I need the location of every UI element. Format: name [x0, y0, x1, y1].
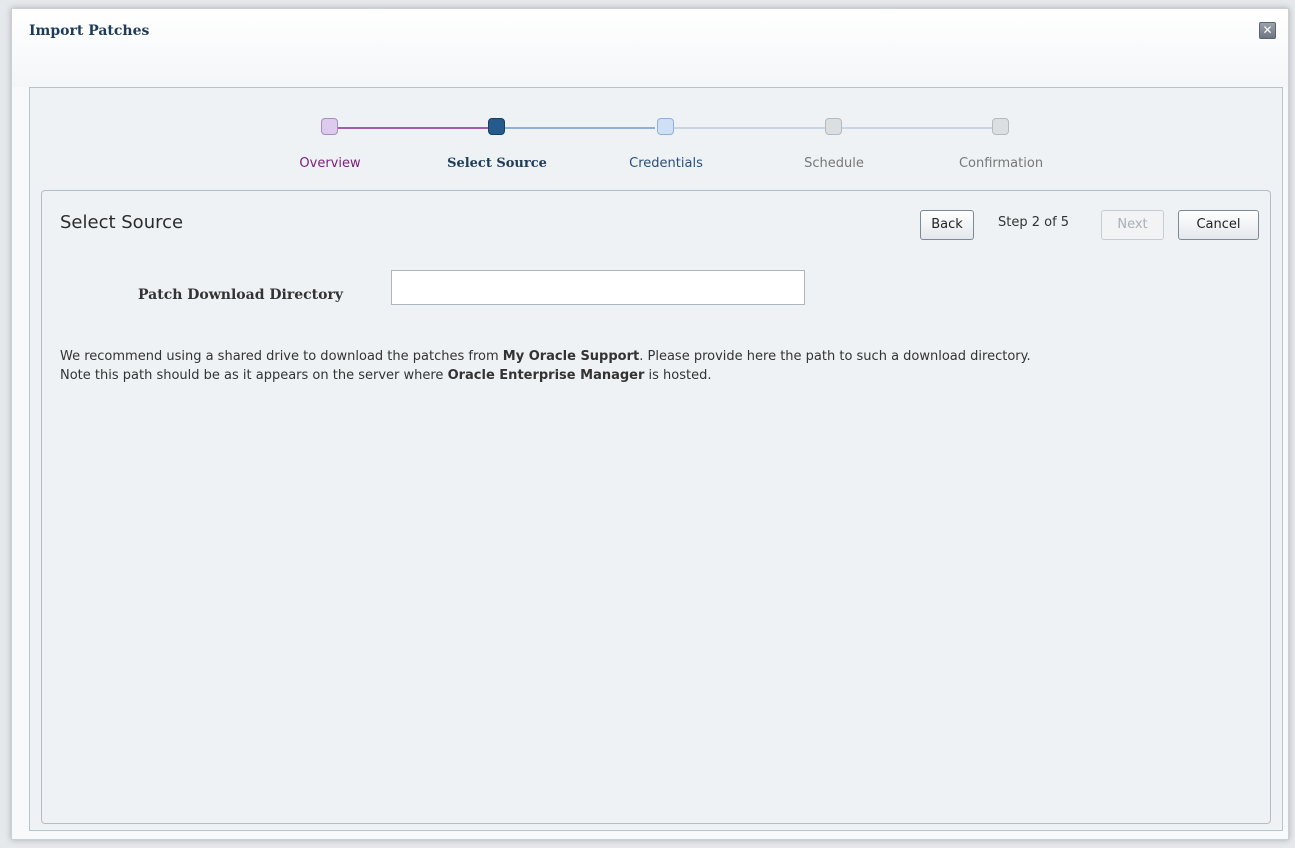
train-label-confirmation: Confirmation — [958, 156, 1044, 171]
train-connector — [838, 127, 1003, 129]
help-text: We recommend using a shared drive to dow… — [60, 347, 1260, 385]
close-icon[interactable]: ✕ — [1259, 22, 1276, 39]
train-connector — [663, 127, 830, 129]
help-line2-pre: Note this path should be as it appears o… — [60, 368, 448, 383]
patch-download-directory-label: Patch Download Directory — [138, 287, 343, 303]
train-stop-schedule — [825, 118, 842, 135]
help-line1-post: . Please provide here the path to such a… — [639, 349, 1031, 364]
train-stop-credentials[interactable] — [657, 118, 674, 135]
train-stop-overview[interactable] — [321, 118, 338, 135]
select-source-panel: Select Source Back Step 2 of 5 Next Canc… — [41, 190, 1271, 824]
help-line1-bold: My Oracle Support — [502, 349, 640, 364]
step-indicator: Step 2 of 5 — [998, 215, 1070, 230]
dialog-title: Import Patches — [29, 23, 150, 39]
wizard-train: Overview Select Source Credentials Sched… — [30, 88, 1282, 188]
train-connector — [499, 127, 655, 129]
train-label-credentials[interactable]: Credentials — [629, 156, 703, 171]
import-patches-dialog: Import Patches ✕ Overview Select Source … — [11, 8, 1289, 840]
next-button[interactable]: Next — [1101, 210, 1164, 240]
train-label-schedule: Schedule — [804, 156, 864, 171]
panel-title: Select Source — [60, 212, 184, 233]
patch-download-directory-input[interactable] — [391, 270, 805, 305]
help-line2-post: is hosted. — [644, 368, 712, 383]
train-stop-confirmation — [992, 118, 1009, 135]
train-stop-select-source — [488, 118, 505, 135]
help-line2-bold: Oracle Enterprise Manager — [447, 368, 645, 383]
train-connector — [335, 127, 490, 129]
cancel-button[interactable]: Cancel — [1178, 210, 1259, 240]
back-button[interactable]: Back — [920, 210, 974, 240]
dialog-header: Import Patches ✕ — [12, 9, 1288, 87]
train-label-overview[interactable]: Overview — [299, 156, 360, 171]
train-label-select-source: Select Source — [447, 156, 547, 171]
dialog-body: Overview Select Source Credentials Sched… — [29, 87, 1283, 831]
help-line1-pre: We recommend using a shared drive to dow… — [60, 349, 503, 364]
